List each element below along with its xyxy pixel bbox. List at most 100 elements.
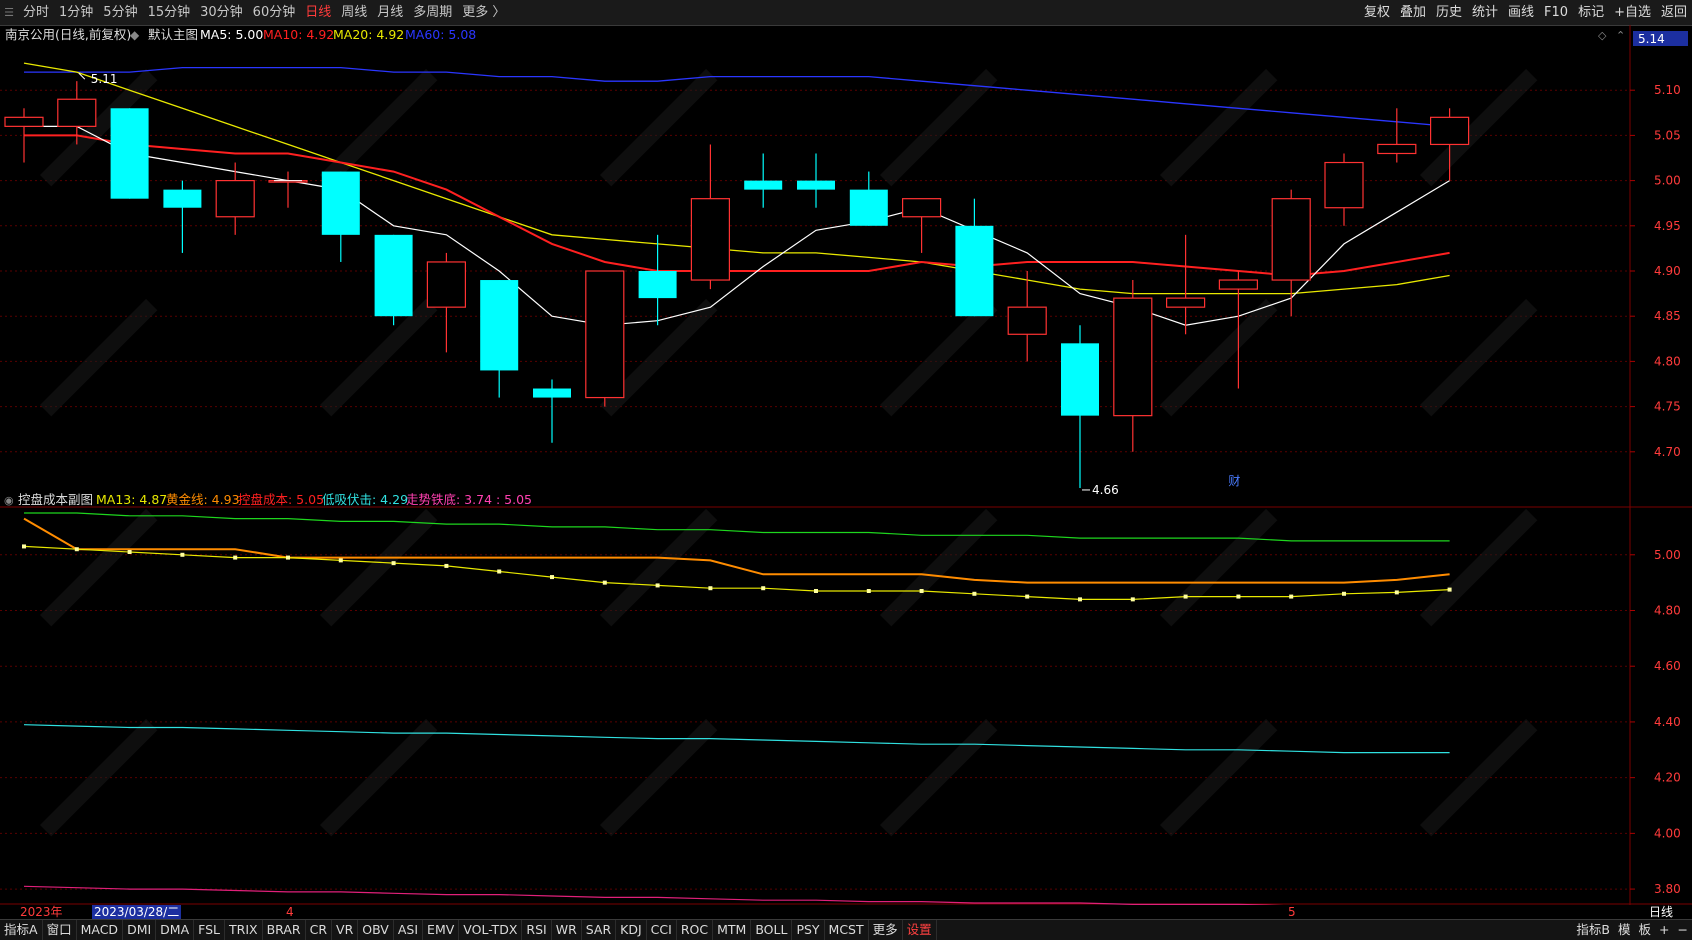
timeframe-tab[interactable]: 更多 〉 <box>457 0 510 25</box>
timeframe-tab[interactable]: 1分钟 <box>54 0 98 25</box>
timeframe-tab[interactable]: 日线 <box>300 0 336 25</box>
candle-body <box>849 189 888 226</box>
watermark <box>879 508 998 627</box>
expand-icon[interactable]: ⌃ <box>1616 29 1625 42</box>
ma13-dot <box>708 586 713 591</box>
date-axis: 2023年 2023/03/28/二 4 5 <box>0 905 1630 919</box>
y-tick-label: 4.90 <box>1654 264 1681 278</box>
ma13-dot <box>1236 594 1241 599</box>
y-tick-label: 4.00 <box>1654 826 1681 840</box>
legend-ma20: MA20: 4.92 <box>333 27 404 42</box>
toolbar-button[interactable]: 画线 <box>1503 0 1539 25</box>
indicator-tab[interactable]: OBV <box>358 920 394 940</box>
indicator-tab[interactable]: MTM <box>713 920 752 940</box>
ma13-dot <box>444 563 449 568</box>
diamond-icon[interactable]: ◇ <box>1598 29 1607 42</box>
news-marker: 财 <box>1228 474 1240 488</box>
indicator-tab[interactable]: 指标A <box>0 920 43 940</box>
candle-body <box>1377 143 1417 155</box>
bottom-right-button[interactable]: − <box>1674 920 1692 940</box>
indicator-tab[interactable]: FSL <box>194 920 226 940</box>
indicator-bar: 指标A 窗口 MACD DMI DMA FSL TRIX BRAR CR VR OBV ASI EMV V… <box>0 919 1692 940</box>
ma13-dot <box>602 580 607 585</box>
watermark <box>880 298 998 417</box>
legend-ma10: MA10: 4.92 <box>263 27 334 42</box>
date-year: 2023年 <box>20 905 63 919</box>
ma20-line <box>23 62 1450 295</box>
date-month-4: 4 <box>286 905 294 919</box>
indicator-tab[interactable]: MACD <box>77 920 124 940</box>
y-tick-label: 5.05 <box>1654 128 1681 142</box>
toolbar-button[interactable]: 返回 <box>1656 0 1692 25</box>
ma13-dot <box>1289 594 1294 599</box>
y-tick-label: 4.70 <box>1654 445 1681 459</box>
timeframe-tab[interactable]: 5分钟 <box>98 0 142 25</box>
indicator-tab[interactable]: ROC <box>677 920 714 940</box>
indicator-tab[interactable]: BOLL <box>751 920 793 940</box>
timeframe-tab[interactable]: 月线 <box>372 0 408 25</box>
indicator-tab[interactable]: 窗口 <box>43 920 77 940</box>
watermark <box>1160 508 1278 627</box>
indicator-tab[interactable]: RSI <box>522 920 552 940</box>
bottom-right-button[interactable]: 板 <box>1635 920 1656 940</box>
indicator-tab[interactable]: CCI <box>647 920 677 940</box>
candle-body <box>1218 279 1259 290</box>
indicator-tab[interactable]: DMI <box>123 920 157 940</box>
watermark <box>320 718 438 837</box>
ma13-dot <box>180 552 185 557</box>
ma13-dot <box>655 583 660 588</box>
indicator-tab[interactable]: 设置 <box>903 920 937 940</box>
indicator-tab[interactable]: SAR <box>582 920 617 940</box>
toolbar-button[interactable]: F10 <box>1539 0 1573 25</box>
legend-gold-line: 黄金线: 4.93 <box>166 492 240 507</box>
timeframe-tab[interactable]: 分时 <box>18 0 54 25</box>
menu-icon[interactable]: ☰ <box>0 0 18 25</box>
watermark <box>1160 718 1278 837</box>
timeframe-tab[interactable]: 15分钟 <box>143 0 196 25</box>
period-label: 日线 <box>1648 905 1673 919</box>
ma13-dot <box>1183 594 1188 599</box>
legend-low-ambush: 低吸伏击: 4.29 <box>322 492 408 507</box>
kline-chart[interactable]: 南京公用(日线,前复权) ◆ 默认主图 MA5: 5.00 MA10: 4.92… <box>0 25 1692 905</box>
candle-body <box>533 388 571 398</box>
candle-body <box>1324 161 1364 209</box>
toolbar: ☰ 分时 1分钟 5分钟 15分钟 30分钟 60分钟 日线 周线 月线 多周期 更多 〉 复权 叠加… <box>0 0 1692 26</box>
candle-body <box>901 198 942 218</box>
indicator-tab[interactable]: BRAR <box>263 920 306 940</box>
bottom-right-button[interactable]: 模 <box>1614 920 1635 940</box>
indicator-tab[interactable]: EMV <box>423 920 460 940</box>
y-tick-label: 4.95 <box>1654 219 1681 233</box>
watermark <box>600 718 718 837</box>
indicator-tab[interactable]: KDJ <box>616 920 647 940</box>
indicator-tab[interactable]: ASI <box>394 920 424 940</box>
ma13-dot <box>1025 594 1030 599</box>
indicator-tab[interactable]: VOL-TDX <box>459 920 523 940</box>
indicator-tab[interactable]: TRIX <box>225 920 263 940</box>
toolbar-button[interactable]: +自选 <box>1609 0 1656 25</box>
watermark <box>1160 298 1278 417</box>
timeframe-tab[interactable]: 多周期 <box>408 0 457 25</box>
indicator-tab[interactable]: DMA <box>156 920 195 940</box>
indicator-tab[interactable]: PSY <box>792 920 825 940</box>
timeframe-tab[interactable]: 60分钟 <box>248 0 301 25</box>
timeframe-tab[interactable]: 周线 <box>336 0 372 25</box>
bottom-right-button[interactable]: + <box>1655 920 1673 940</box>
toolbar-button[interactable]: 复权 <box>1359 0 1395 25</box>
gear-icon[interactable]: ◉ <box>4 494 14 507</box>
ma13-dot <box>1078 597 1082 602</box>
indicator-tab[interactable]: VR <box>332 920 359 940</box>
timeframe-tab[interactable]: 30分钟 <box>195 0 248 25</box>
y-tick-label: 5.10 <box>1654 83 1681 97</box>
bottom-right-button[interactable]: 指标B <box>1572 920 1614 940</box>
toolbar-button[interactable]: 标记 <box>1573 0 1609 25</box>
indicator-tab[interactable]: WR <box>552 920 582 940</box>
indicator-tab[interactable]: MCST <box>825 920 869 940</box>
indicator-tab[interactable]: CR <box>306 920 333 940</box>
toolbar-button[interactable]: 统计 <box>1467 0 1503 25</box>
candle-body <box>4 116 44 127</box>
toolbar-button[interactable]: 叠加 <box>1395 0 1431 25</box>
ma13-dot <box>550 575 554 580</box>
indicator-tab[interactable]: 更多 <box>869 920 903 940</box>
pin-icon[interactable]: ◆ <box>130 28 140 42</box>
toolbar-button[interactable]: 历史 <box>1431 0 1467 25</box>
